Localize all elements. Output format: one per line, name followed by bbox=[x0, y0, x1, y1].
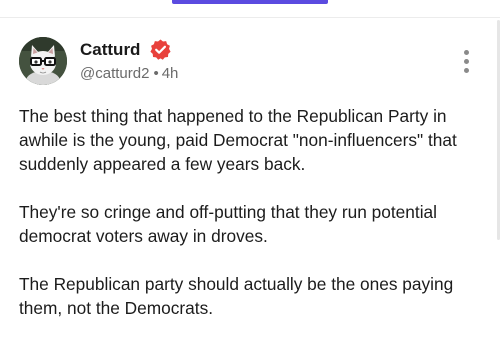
vertical-ellipsis-icon bbox=[464, 50, 469, 55]
active-tab-indicator bbox=[172, 0, 328, 4]
post-paragraph: They're so cringe and off-putting that t… bbox=[19, 202, 437, 246]
author-name[interactable]: Catturd bbox=[80, 39, 140, 61]
cat-with-glasses-icon bbox=[19, 37, 67, 85]
post-paragraph: The best thing that happened to the Repu… bbox=[19, 106, 457, 174]
more-options-button[interactable] bbox=[458, 48, 476, 76]
vertical-ellipsis-icon bbox=[464, 59, 469, 64]
separator-dot: • bbox=[153, 65, 159, 82]
avatar[interactable] bbox=[19, 37, 67, 85]
vertical-ellipsis-icon bbox=[464, 68, 469, 73]
verified-badge-icon bbox=[150, 39, 171, 60]
tab-bar bbox=[0, 0, 500, 18]
post-paragraph: The Republican party should actually be … bbox=[19, 274, 454, 318]
post-card: Catturd @catturd2 • 4h The best thing that… bbox=[0, 18, 500, 355]
post-timestamp[interactable]: 4h bbox=[162, 65, 179, 82]
author-handle[interactable]: @catturd2 bbox=[80, 65, 149, 82]
post-body: The best thing that happened to the Repu… bbox=[19, 104, 489, 344]
handle-row: @catturd2 • 4h bbox=[80, 64, 178, 84]
